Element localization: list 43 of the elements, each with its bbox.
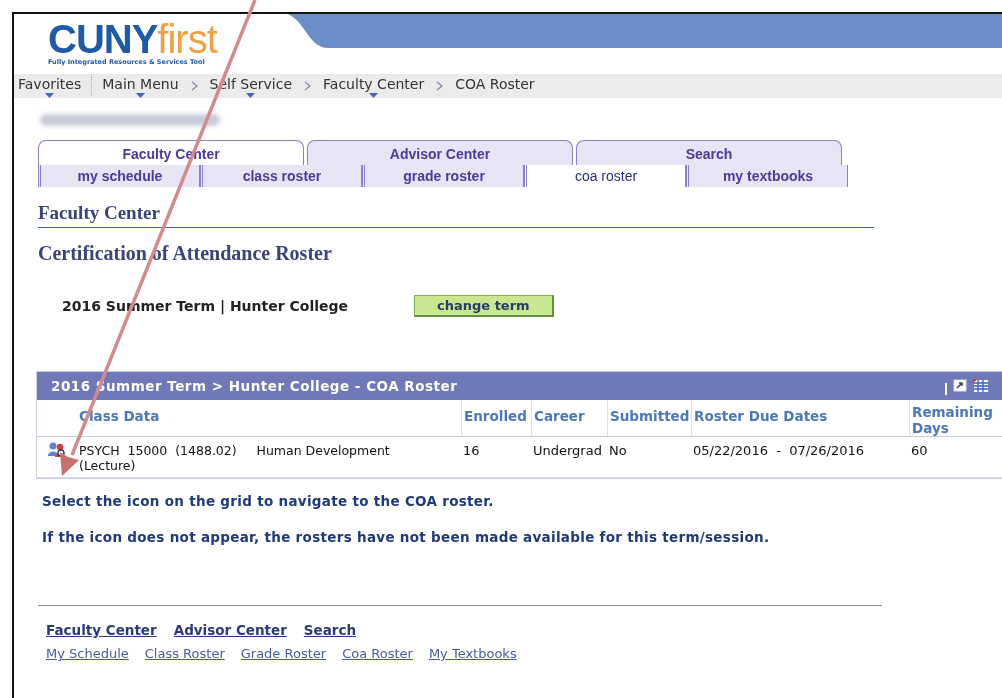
instruction-text: If the icon does not appear, the rosters have not been made available for this term/session. <box>42 529 771 545</box>
column-header[interactable]: Enrolled <box>461 400 531 436</box>
dropdown-icon <box>369 93 379 98</box>
column-header[interactable]: Roster Due Dates <box>691 400 909 436</box>
footer-link[interactable]: My Textbooks <box>428 646 517 661</box>
breadcrumb-link[interactable]: Faculty Center <box>323 74 425 98</box>
footer-link[interactable]: Search <box>303 622 357 638</box>
zoom-icon[interactable] <box>951 379 969 393</box>
footer-link[interactable]: Class Roster <box>144 646 225 661</box>
subtab[interactable]: grade roster <box>362 165 524 187</box>
column-header[interactable]: Remaining Days <box>909 400 995 436</box>
subtab[interactable]: class roster <box>200 165 362 187</box>
change-term-button[interactable]: change term <box>414 295 554 317</box>
breadcrumb-link[interactable]: Favorites <box>18 74 82 98</box>
column-header[interactable]: Career <box>531 400 607 436</box>
tab[interactable]: Search <box>576 140 842 165</box>
subtab[interactable]: coa roster <box>524 165 686 187</box>
subtab[interactable]: my textbooks <box>686 165 848 187</box>
column-header[interactable]: Submitted <box>607 400 691 436</box>
divider-icon <box>945 383 947 395</box>
table-cell-text: 16 <box>462 442 481 460</box>
footer-link[interactable]: Coa Roster <box>342 646 413 661</box>
footer-link[interactable]: Grade Roster <box>240 646 327 661</box>
dropdown-icon <box>246 93 256 98</box>
grid-icon[interactable] <box>973 379 989 393</box>
logo: CUNYfirst <box>48 20 219 58</box>
tab[interactable]: Advisor Center <box>307 140 573 165</box>
footer-link[interactable]: Advisor Center <box>173 622 287 638</box>
table-cell-text: Undergrad <box>532 442 603 460</box>
table-cell-text: No <box>608 442 628 460</box>
section-heading: Faculty Center <box>38 202 874 228</box>
instruction-text: Select the icon on the grid to navigate to the COA roster. <box>42 493 495 509</box>
table-cell-text: 05/22/2016 - 07/26/2016 <box>692 442 866 460</box>
table-cell-text: 60 <box>910 442 929 460</box>
subtab[interactable]: my schedule <box>38 165 200 187</box>
footer-link[interactable]: Faculty Center <box>46 622 157 638</box>
dropdown-icon <box>135 93 145 98</box>
table-cell-text: PSYCH 15000 (1488.02) Human Development (Lecture) <box>78 442 391 475</box>
dropdown-icon <box>45 93 55 98</box>
footer-link[interactable]: My Schedule <box>46 646 129 661</box>
breadcrumb-link[interactable]: COA Roster <box>455 74 535 98</box>
term-label: 2016 Summer Term | Hunter College <box>62 298 349 314</box>
breadcrumb-link[interactable]: Main Menu <box>102 74 179 98</box>
